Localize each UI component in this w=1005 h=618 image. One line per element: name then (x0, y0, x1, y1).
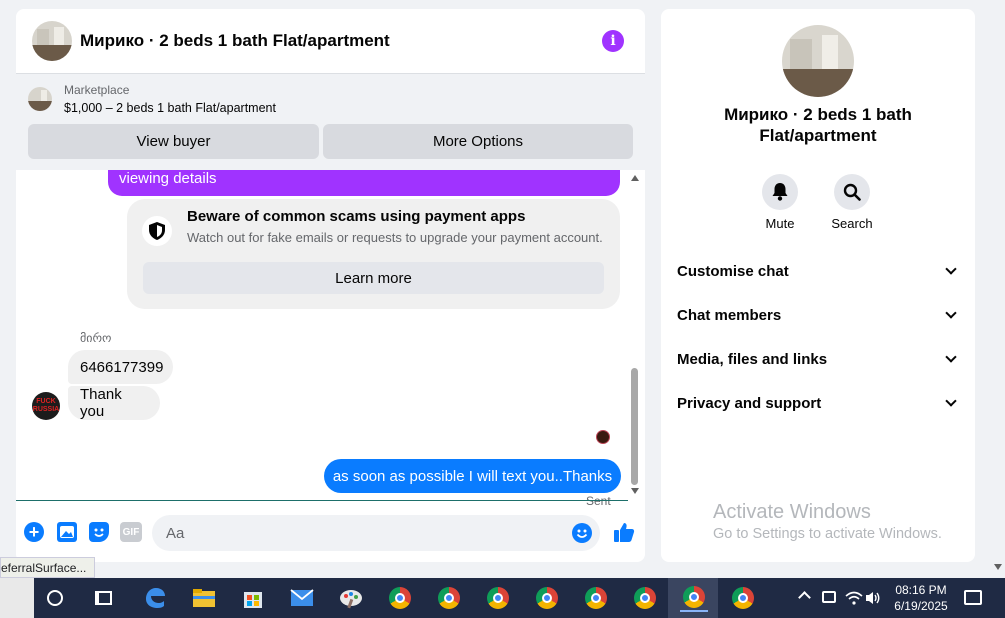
scam-warning-text: Watch out for fake emails or requests to… (187, 230, 603, 245)
listing-avatar-large[interactable] (782, 25, 854, 97)
chrome-icon[interactable] (582, 584, 610, 612)
message-text: viewing details (119, 170, 217, 187)
chrome-icon[interactable] (533, 584, 561, 612)
message-list: viewing details Beware of common scams u… (16, 170, 628, 500)
gif-icon[interactable]: GIF (120, 522, 142, 542)
clock-date: 6/19/2025 (894, 599, 948, 613)
chrome-icon[interactable] (435, 584, 463, 612)
section-media-files-links[interactable]: Media, files and links (677, 345, 961, 373)
incoming-message-bubble[interactable]: 6466177399 (68, 350, 173, 384)
marketplace-banner: Marketplace $1,000 – 2 beds 1 bath Flat/… (16, 74, 645, 170)
bell-icon (762, 174, 798, 210)
marketplace-label: Marketplace (64, 83, 130, 97)
edge-icon[interactable] (141, 584, 169, 612)
section-customise-chat[interactable]: Customise chat (677, 257, 961, 285)
message-composer: + GIF (16, 509, 645, 559)
activate-windows-title: Activate Windows (713, 501, 871, 523)
chrome-icon[interactable] (729, 584, 757, 612)
sender-name: მირო (80, 331, 112, 345)
chrome-icon[interactable] (386, 584, 414, 612)
show-hidden-icons-icon[interactable] (798, 591, 811, 604)
scam-warning-card: Beware of common scams using payment app… (127, 199, 620, 309)
chrome-icon[interactable] (680, 584, 708, 612)
system-clock[interactable]: 08:16 PM 6/19/2025 (880, 582, 962, 614)
search-button[interactable]: Search (822, 174, 882, 231)
listing-avatar[interactable] (32, 21, 72, 61)
chevron-down-icon (945, 351, 957, 363)
message-scrollbar[interactable] (629, 172, 641, 506)
learn-more-button[interactable]: Learn more (143, 262, 604, 294)
title-line: Flat/apartment (759, 126, 877, 145)
conversation-title: Мирико · 2 beds 1 bath Flat/apartment (661, 104, 975, 146)
scroll-thumb[interactable] (631, 368, 638, 485)
file-explorer-icon[interactable] (190, 584, 218, 612)
section-privacy-support[interactable]: Privacy and support (677, 389, 961, 417)
message-text: Thank you (80, 386, 122, 420)
mute-label: Mute (765, 216, 795, 231)
battery-icon[interactable] (822, 591, 836, 603)
search-icon (834, 174, 870, 210)
windows-taskbar: 08:16 PM 6/19/2025 (0, 578, 1005, 618)
activate-windows-subtitle: Go to Settings to activate Windows. (713, 526, 942, 542)
image-icon[interactable] (57, 522, 77, 542)
read-receipt-avatar (596, 430, 610, 444)
more-options-button[interactable]: More Options (323, 124, 633, 159)
scroll-up-arrow-icon[interactable] (631, 175, 639, 181)
chat-panel: Мирико · 2 beds 1 bath Flat/apartment i … (16, 9, 645, 562)
chrome-icon[interactable] (484, 584, 512, 612)
chat-title: Мирико · 2 beds 1 bath Flat/apartment (80, 31, 390, 50)
message-status: Sent (586, 494, 611, 508)
listing-summary[interactable]: $1,000 – 2 beds 1 bath Flat/apartment (64, 101, 276, 115)
thumbs-up-icon[interactable] (612, 520, 636, 544)
emoji-icon[interactable] (572, 523, 592, 543)
message-text: 6466177399 (80, 358, 164, 376)
chrome-icon[interactable] (631, 584, 659, 612)
title-line: Мирико · 2 beds 1 bath (724, 105, 912, 124)
chevron-down-icon (945, 395, 957, 407)
scroll-down-arrow-icon[interactable] (631, 488, 639, 494)
status-bar-url: eferralSurface... (0, 557, 96, 578)
section-label: Chat members (677, 306, 782, 324)
listing-thumbnail (28, 87, 52, 111)
sender-avatar[interactable]: FUCK RUSSIA (32, 392, 60, 420)
section-chat-members[interactable]: Chat members (677, 301, 961, 329)
section-label: Customise chat (677, 262, 789, 280)
mail-icon[interactable] (288, 584, 316, 612)
incoming-message-bubble[interactable]: Thank you (68, 386, 160, 420)
page-scroll-down-arrow-icon[interactable] (994, 564, 1002, 570)
cortana-icon[interactable] (47, 590, 63, 606)
notification-icon[interactable] (964, 590, 982, 605)
sticker-icon[interactable] (89, 522, 109, 542)
info-icon[interactable]: i (602, 30, 624, 52)
view-buyer-button[interactable]: View buyer (28, 124, 319, 159)
outgoing-message-bubble[interactable]: viewing details (108, 170, 620, 196)
mute-button[interactable]: Mute (750, 174, 810, 231)
outgoing-message-bubble[interactable]: as soon as possible I will text you..Tha… (324, 459, 621, 493)
task-view-icon[interactable] (95, 591, 112, 605)
plus-icon[interactable]: + (24, 522, 44, 542)
microsoft-store-icon[interactable] (239, 584, 267, 612)
chevron-down-icon (945, 307, 957, 319)
start-button[interactable] (0, 578, 34, 618)
conversation-details-panel: Мирико · 2 beds 1 bath Flat/apartment Mu… (661, 9, 975, 562)
section-label: Privacy and support (677, 394, 822, 412)
chat-header: Мирико · 2 beds 1 bath Flat/apartment i (16, 9, 645, 74)
scam-warning-title: Beware of common scams using payment app… (187, 208, 526, 225)
clock-time: 08:16 PM (895, 583, 947, 597)
composer-divider (16, 500, 628, 501)
search-label: Search (831, 216, 873, 231)
shield-icon (142, 216, 172, 246)
section-label: Media, files and links (677, 350, 828, 368)
message-input[interactable] (152, 515, 600, 551)
message-text: as soon as possible I will text you..Tha… (332, 467, 613, 485)
paint-icon[interactable] (337, 584, 365, 612)
chevron-down-icon (945, 263, 957, 275)
